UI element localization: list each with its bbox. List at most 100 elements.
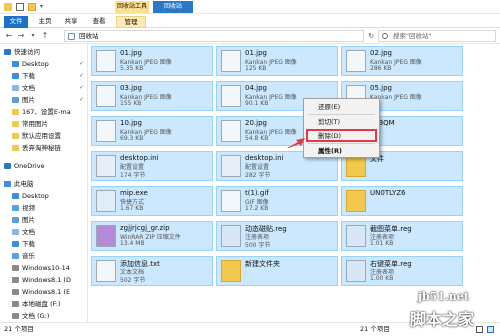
sidebar-item[interactable]: Desktop (0, 190, 87, 202)
pin-icon[interactable]: ✓ (79, 70, 84, 82)
file-item[interactable]: 右键菜单.reg 注册表项 1.00 KB (341, 256, 463, 286)
sidebar-item-label: Desktop (22, 60, 49, 68)
file-item[interactable]: zgjjrjcgj_gr.zip WinRAR ZIP 压缩文件 13.4 MB (91, 221, 213, 251)
drive-icon (12, 313, 19, 319)
file-item[interactable]: t(1).gif GIF 图像 17.2 KB (216, 186, 338, 216)
sidebar-item[interactable]: 下载 ✓ (0, 70, 87, 82)
tab-share[interactable]: 共享 (60, 16, 82, 28)
sidebar-item[interactable]: Windows8.1 (D (0, 274, 87, 286)
sidebar-item-label: 图片 (22, 216, 35, 224)
sidebar-item[interactable]: 丢弃淘神秘链 (0, 142, 87, 154)
forward-arrow-icon[interactable]: → (16, 31, 26, 41)
sidebar-item-label: 默认应用设置 (22, 132, 61, 140)
video-icon (12, 205, 19, 211)
sidebar-item-label: 音乐 (22, 252, 35, 260)
navigation-pane[interactable]: 快速访问 Desktop ✓ 下载 ✓ 文档 ✓ 图片 ✓ 167、设置E-ma 常用图片 默认应用设… (0, 44, 88, 322)
pin-icon[interactable]: ✓ (79, 82, 84, 94)
sidebar-item[interactable]: 167、设置E-ma (0, 106, 87, 118)
image-thumbnail-icon (221, 50, 241, 72)
sidebar-item[interactable]: 文档 ✓ (0, 82, 87, 94)
file-item[interactable]: desktop.ini 配置设置 174 字节 (91, 151, 213, 181)
sidebar-item[interactable]: 常用图片 (0, 118, 87, 130)
sidebar-item-label: 图片 (22, 96, 35, 104)
settings-file-icon (96, 155, 116, 177)
pin-icon[interactable]: ✓ (79, 58, 84, 70)
new-folder-icon[interactable] (28, 3, 36, 11)
sidebar-item[interactable]: Windows8.1 (E (0, 286, 87, 298)
up-arrow-icon[interactable]: ↑ (40, 31, 50, 41)
tab-manage[interactable]: 管理 (116, 16, 146, 28)
file-name: 新建文件夹 (245, 260, 280, 268)
tab-view[interactable]: 查看 (88, 16, 110, 28)
menu-item-restore[interactable]: 还原(E) (304, 101, 379, 113)
tab-home[interactable]: 主页 (34, 16, 56, 28)
sidebar-item[interactable]: 图片 (0, 214, 87, 226)
image-thumbnail-icon (96, 120, 116, 142)
sidebar-item[interactable]: OneDrive (0, 160, 87, 172)
details-view-icon[interactable] (476, 326, 483, 333)
sidebar-item[interactable]: 下载 (0, 238, 87, 250)
watermark-brand: 脚本之家 (410, 310, 475, 329)
tiles-view-icon[interactable] (487, 326, 494, 333)
file-size: 69.3 KB (120, 135, 144, 142)
sidebar-item[interactable]: Windows10-14 (0, 262, 87, 274)
sidebar-item[interactable]: 此电脑 (0, 178, 87, 190)
file-size: 1.67 KB (120, 205, 144, 212)
menu-item-cut[interactable]: 剪切(T) (304, 116, 379, 128)
file-name: 01.jpg (245, 49, 267, 57)
menu-item-properties[interactable]: 属性(R) (304, 145, 379, 157)
ribbon-tabs: 文件 主页 共享 查看 管理 (0, 14, 500, 28)
text-file-icon (96, 260, 116, 282)
sidebar-item[interactable]: 文档 (G:) (0, 310, 87, 322)
sidebar-item[interactable]: 文档 (0, 226, 87, 238)
file-name: zgjjrjcgj_gr.zip (120, 224, 170, 232)
sidebar-item[interactable]: 图片 ✓ (0, 94, 87, 106)
file-list[interactable]: 01.jpg Kankan JPEG 图像 5.35 KB 01.jpg Kankan … (89, 44, 500, 322)
file-item[interactable]: 添加信息.txt 文本文档 502 字节 (91, 256, 213, 286)
file-item[interactable]: 01.jpg Kankan JPEG 图像 5.35 KB (91, 46, 213, 76)
tab-file[interactable]: 文件 (4, 16, 28, 28)
file-item[interactable]: 动态磁贴.reg 注册表项 500 字节 (216, 221, 338, 251)
pin-icon[interactable]: ✓ (79, 94, 84, 106)
file-item[interactable]: mip.exe 快捷方式 1.67 KB (91, 186, 213, 216)
file-item[interactable]: 截图菜单.reg 注册表项 1.01 KB (341, 221, 463, 251)
file-item[interactable]: 02.jpg Kankan JPEG 图像 286 KB (341, 46, 463, 76)
sidebar-item[interactable]: 快速访问 (0, 46, 87, 58)
chevron-down-icon[interactable]: ▾ (28, 31, 38, 41)
file-item[interactable]: UN0TLYZ6 (341, 186, 463, 216)
sidebar-item-label: 丢弃淘神秘链 (22, 144, 61, 152)
download-icon (12, 73, 19, 79)
sidebar-item[interactable]: 音乐 (0, 250, 87, 262)
sidebar-item[interactable]: 默认应用设置 (0, 130, 87, 142)
chevron-down-icon[interactable]: ▾ (40, 3, 48, 11)
folder-icon[interactable] (4, 3, 12, 11)
back-arrow-icon[interactable]: ← (4, 31, 14, 41)
file-name: 05.jpg (370, 84, 392, 92)
sidebar-item[interactable]: Desktop ✓ (0, 58, 87, 70)
desktop-icon (12, 61, 19, 67)
sidebar-item-label: 167、设置E-ma (22, 108, 71, 116)
sidebar-item[interactable]: 视频 (0, 202, 87, 214)
file-item[interactable]: 03.jpg Kankan JPEG 图像 155 KB (91, 81, 213, 111)
recycle-bin-tools-tab[interactable]: 回收站工具 (115, 1, 149, 13)
file-name: 02.jpg (370, 49, 392, 57)
search-input[interactable]: 搜索"回收站" (378, 30, 496, 42)
recycle-bin-icon (68, 33, 75, 40)
properties-icon[interactable] (16, 3, 24, 11)
file-item[interactable]: 新建文件夹 (216, 256, 338, 286)
file-name: t(1).gif (245, 189, 269, 197)
sidebar-item-label: 下载 (22, 72, 35, 80)
refresh-icon[interactable]: ↻ (366, 31, 376, 41)
file-item[interactable]: 10.jpg Kankan JPEG 图像 69.3 KB (91, 116, 213, 146)
drive-icon (12, 277, 19, 283)
file-item[interactable]: 01.jpg Kankan JPEG 图像 125 KB (216, 46, 338, 76)
sidebar-item-label: 本地磁盘 (F:) (22, 300, 61, 308)
archive-icon (96, 225, 116, 247)
sidebar-item-label: OneDrive (14, 162, 45, 170)
file-size: 17.2 KB (245, 205, 269, 212)
image-thumbnail-icon (96, 50, 116, 72)
address-row: ← → ▾ ↑ 回收站 ↻ 搜索"回收站" (0, 28, 500, 44)
drive-icon (12, 265, 19, 271)
address-bar[interactable]: 回收站 (64, 30, 364, 42)
sidebar-item[interactable]: 本地磁盘 (F:) (0, 298, 87, 310)
